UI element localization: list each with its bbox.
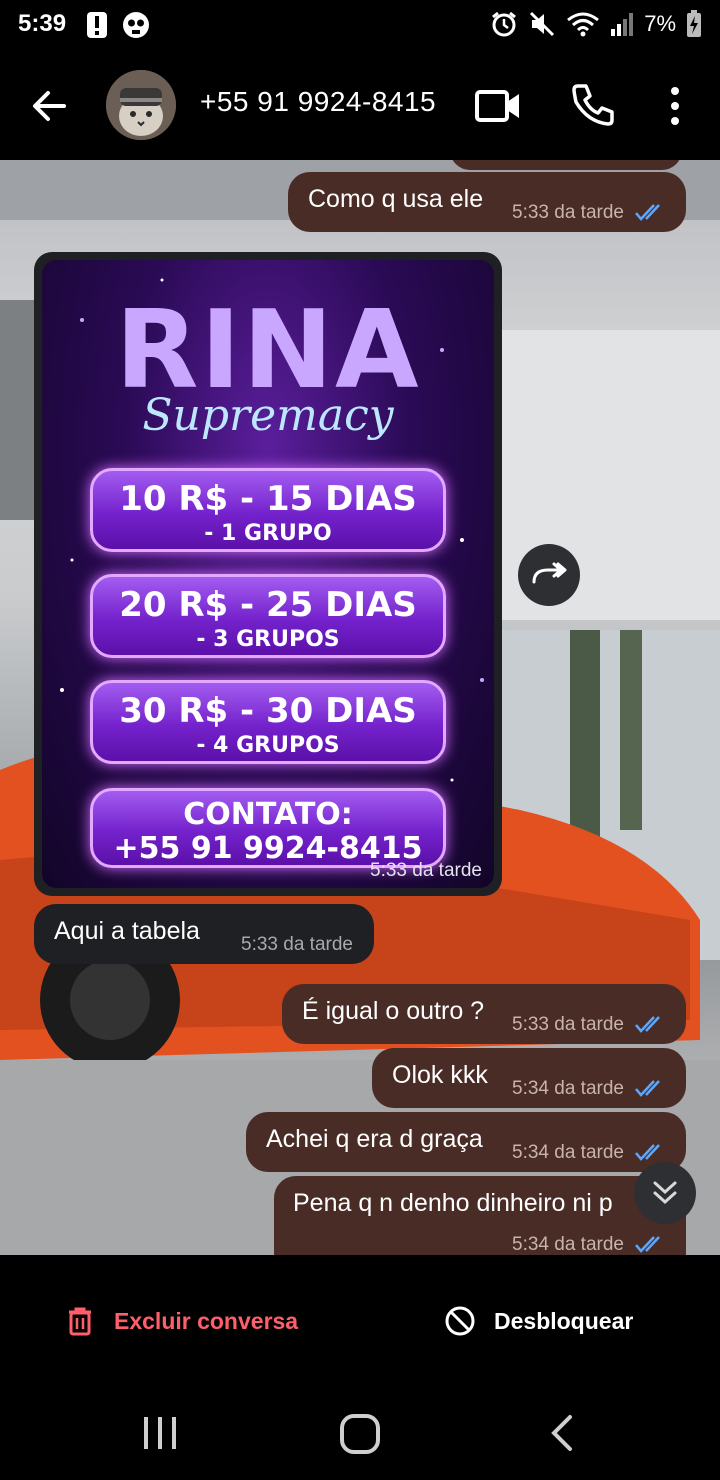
read-receipt-icon (635, 1080, 660, 1097)
phone-call-icon[interactable] (570, 82, 616, 128)
scroll-to-bottom-button[interactable] (634, 1162, 696, 1224)
chat-header: +55 91 9924-8415 (0, 52, 720, 160)
plan-price: 10 R$ - 15 DIAS (119, 479, 417, 519)
blocked-contact-actions: Excluir conversa Desbloquear (0, 1255, 720, 1385)
double-chevron-down-icon (653, 1181, 677, 1205)
message-bubble-outgoing[interactable]: Pena q n denho dinheiro ni p 5:34 da tar… (274, 1176, 686, 1255)
read-receipt-icon (635, 1144, 660, 1161)
message-time: 5:34 da tarde (512, 1142, 624, 1163)
message-bubble-outgoing[interactable]: Achei q era d graça 5:34 da tarde (246, 1112, 686, 1172)
delete-conversation-label: Excluir conversa (114, 1307, 299, 1334)
plan-card: 30 R$ - 30 DIAS - 4 GRUPOS (90, 680, 446, 764)
contact-card: CONTATO: +55 91 9924-8415 (90, 788, 446, 868)
trash-icon (69, 1307, 91, 1336)
delete-conversation-button[interactable]: Excluir conversa (66, 1301, 298, 1341)
message-text: Como q usa ele (308, 185, 484, 213)
status-bar: 5:39 7% (0, 0, 720, 52)
plan-groups: - 4 GRUPOS (196, 733, 340, 758)
message-text: Achei q era d graça (266, 1125, 483, 1153)
system-navigation-bar (0, 1385, 720, 1480)
plan-groups: - 1 GRUPO (204, 521, 332, 546)
unblock-button[interactable]: Desbloquear (444, 1301, 633, 1341)
forward-icon (532, 562, 567, 584)
read-receipt-icon (635, 1236, 660, 1253)
battery-charging-icon (687, 10, 701, 37)
contact-name[interactable]: +55 91 9924-8415 (200, 86, 436, 118)
chat-area[interactable]: Como q usa ele 5:33 da tarde RINA Suprem… (0, 160, 720, 1255)
unblock-label: Desbloquear (494, 1307, 634, 1334)
plan-groups: - 3 GRUPOS (196, 627, 340, 652)
battery-percent: 7% (644, 11, 676, 36)
message-bubble-incoming[interactable]: Aqui a tabela 5:33 da tarde (34, 904, 374, 964)
plan-price: 20 R$ - 25 DIAS (119, 585, 417, 625)
block-icon (445, 1306, 475, 1336)
contact-avatar[interactable] (106, 70, 176, 140)
promo-image[interactable]: RINA Supremacy 10 R$ - 15 DIAS - 1 GRUPO… (42, 260, 494, 888)
image-message-bubble[interactable]: RINA Supremacy 10 R$ - 15 DIAS - 1 GRUPO… (34, 252, 502, 896)
mute-icon (530, 11, 555, 37)
home-icon[interactable] (339, 1413, 381, 1455)
message-text: Aqui a tabela (54, 917, 200, 945)
wifi-icon (567, 12, 600, 37)
contact-label: CONTATO: (183, 797, 353, 832)
status-time: 5:39 (18, 10, 67, 37)
message-bubble-partial (450, 160, 682, 170)
alarm-icon (492, 11, 517, 37)
nav-back-icon[interactable] (548, 1413, 576, 1453)
plan-card: 10 R$ - 15 DIAS - 1 GRUPO (90, 468, 446, 552)
alert-icon (87, 12, 107, 38)
plan-card: 20 R$ - 25 DIAS - 3 GRUPOS (90, 574, 446, 658)
message-time: 5:34 da tarde (512, 1234, 624, 1255)
recent-apps-icon[interactable] (140, 1415, 180, 1451)
system-icons: 7% (490, 10, 702, 38)
message-bubble-outgoing[interactable]: É igual o outro ? 5:33 da tarde (282, 984, 686, 1044)
message-time: 5:33 da tarde (512, 1014, 624, 1035)
signal-icon (611, 13, 634, 36)
message-time: 5:33 da tarde (241, 934, 353, 955)
forward-button[interactable] (518, 544, 580, 606)
read-receipt-icon (635, 1016, 660, 1033)
message-time: 5:34 da tarde (512, 1078, 624, 1099)
message-bubble-outgoing[interactable]: Olok kkk 5:34 da tarde (372, 1048, 686, 1108)
message-text: É igual o outro ? (302, 997, 485, 1025)
video-call-icon[interactable] (474, 84, 522, 128)
cat-avatar-icon (106, 70, 176, 140)
back-arrow-icon[interactable] (26, 82, 74, 130)
plan-price: 30 R$ - 30 DIAS (119, 691, 417, 731)
more-options-icon[interactable] (660, 82, 690, 130)
message-time: 5:33 da tarde (512, 202, 624, 223)
read-receipt-icon (635, 204, 660, 221)
message-time: 5:33 da tarde (370, 860, 482, 881)
message-bubble-outgoing[interactable]: Como q usa ele 5:33 da tarde (288, 172, 686, 232)
promo-subtitle: Supremacy (142, 390, 394, 441)
message-text: Pena q n denho dinheiro ni p (293, 1189, 613, 1217)
notification-icons (86, 11, 150, 39)
skull-icon (123, 12, 149, 38)
message-text: Olok kkk (392, 1061, 488, 1089)
